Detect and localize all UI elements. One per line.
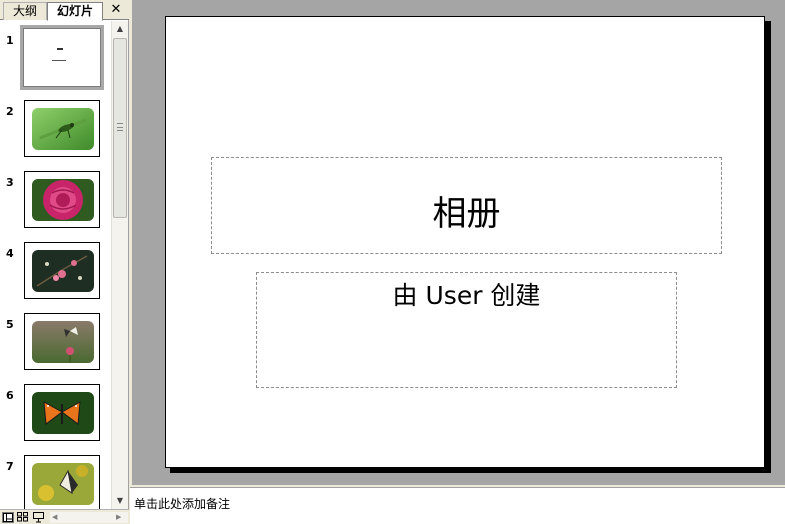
slide-thumbnail-2[interactable] [24,100,100,157]
slide-number: 3 [6,176,14,189]
slide-sorter-view-button[interactable] [17,512,29,523]
slide-title[interactable]: 相册 [212,186,721,235]
scrollbar-thumb[interactable] [113,38,127,218]
scroll-grip-icon [117,123,123,131]
presentation-app: 大纲 幻灯片 ✕ 1 2 3 4 5 6 7 ▲ ▼ ◀ ▶ 相册 由 User… [0,0,785,524]
scroll-down-arrow-icon[interactable]: ▼ [112,493,128,509]
thumbnail-photo [32,463,94,505]
slide-thumbnail-1[interactable] [20,25,104,90]
notes-placeholder[interactable]: 单击此处添加备注 [134,495,230,512]
slides-pane: 大纲 幻灯片 ✕ 1 2 3 4 5 6 7 ▲ ▼ ◀ ▶ [0,0,129,524]
horizontal-scrollbar[interactable]: ◀ ▶ [50,512,128,523]
scroll-up-arrow-icon[interactable]: ▲ [112,21,128,37]
normal-view-button[interactable] [2,512,14,523]
slide-number: 1 [6,34,14,47]
slide-editing-area: 相册 由 User 创建 [132,0,785,485]
thumbnail-title-text [57,48,63,50]
slide-thumbnail-7[interactable] [24,455,100,509]
slide-subtitle[interactable]: 由 User 创建 [257,276,676,312]
thumbnail-photo [32,321,94,363]
slide-number: 6 [6,389,14,402]
slide-number: 4 [6,247,14,260]
tab-outline[interactable]: 大纲 [3,2,47,20]
pane-tabs: 大纲 幻灯片 ✕ [0,0,129,21]
thumbnail-scrollbar[interactable]: ▲ ▼ [111,21,128,509]
slide-canvas[interactable]: 相册 由 User 创建 [165,16,765,468]
thumbnail-photo [32,179,94,221]
slide-thumbnail-3[interactable] [24,171,100,228]
slide-number: 2 [6,105,14,118]
notes-pane[interactable]: 单击此处添加备注 [130,487,785,524]
view-toolbar: ◀ ▶ [0,509,129,524]
thumbnail-photo [32,392,94,434]
close-icon[interactable]: ✕ [108,2,124,18]
tab-slides[interactable]: 幻灯片 [47,2,103,21]
slide-thumbnail-6[interactable] [24,384,100,441]
slide-number: 5 [6,318,14,331]
slide-number: 7 [6,460,14,473]
slide-thumbnail-list: 1 2 3 4 5 6 7 [0,21,111,509]
scroll-left-arrow-icon[interactable]: ◀ [52,512,57,523]
slide-show-view-button[interactable] [33,512,45,523]
slide-thumbnail-5[interactable] [24,313,100,370]
slide-thumbnail-4[interactable] [24,242,100,299]
thumbnail-subtitle-text [52,60,66,61]
thumbnail-photo [32,108,94,150]
thumbnail-photo [32,250,94,292]
title-placeholder[interactable]: 相册 [211,157,722,254]
subtitle-placeholder[interactable]: 由 User 创建 [256,272,677,388]
scroll-right-arrow-icon[interactable]: ▶ [116,512,121,523]
